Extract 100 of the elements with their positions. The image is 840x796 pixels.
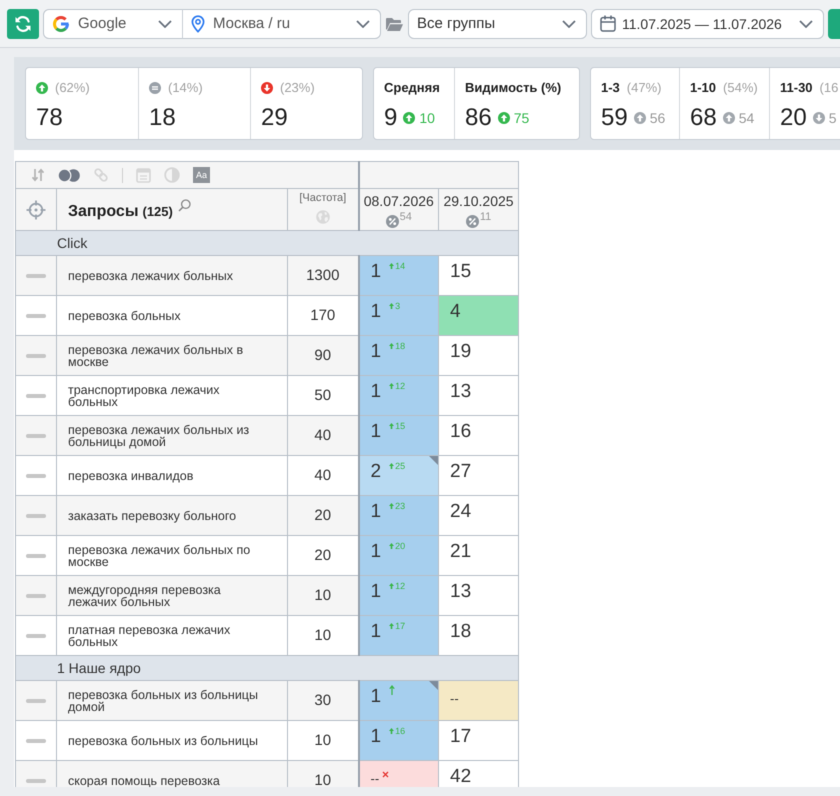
date-column-title: 08.07.2026	[362, 193, 435, 209]
percent-badge-icon	[466, 215, 479, 228]
frequency-cell: 50	[288, 376, 359, 416]
position-change: 15	[395, 421, 406, 431]
query-count: (125)	[142, 204, 173, 218]
position-value: 1	[370, 301, 382, 323]
position-value: 1	[370, 501, 382, 523]
position-value: 16	[450, 421, 472, 443]
up-arrow-circle-icon	[36, 82, 48, 94]
up-arrow-icon	[389, 728, 394, 734]
chevron-down-icon	[562, 20, 576, 28]
query-cell: перевозка лежачих больных в москве	[56, 336, 288, 376]
dash-icon	[26, 594, 46, 598]
position-value: 2	[370, 461, 382, 483]
position-value: 4	[450, 301, 461, 323]
query-cell: перевозка больных из больницы	[56, 720, 288, 760]
frequency-cell: 40	[288, 456, 359, 496]
frequency-cell: 10	[288, 616, 359, 656]
frequency-cell: 10	[288, 760, 359, 787]
share-text: (14%)	[168, 80, 203, 95]
stat-value: 59	[601, 105, 628, 131]
delta-value: 75	[514, 110, 530, 126]
dash-icon	[26, 554, 46, 558]
up-arrow-icon	[389, 503, 394, 509]
position-change: 16	[395, 726, 406, 736]
query-cell: перевозка больных	[56, 296, 288, 336]
stat-value: 20	[780, 105, 807, 131]
dash-icon	[26, 778, 46, 782]
globe-icon	[316, 210, 330, 224]
up-arrow-icon	[389, 303, 394, 309]
position-value: 13	[450, 581, 472, 603]
frequency-cell: 20	[288, 496, 359, 536]
stat-label: Средняя	[384, 80, 440, 95]
frequency-cell: 40	[288, 416, 359, 456]
dash-icon	[26, 394, 46, 398]
position-value: 1	[370, 726, 382, 748]
delta-value: 5	[828, 110, 836, 126]
position-value: 18	[450, 621, 472, 643]
stat-label: 11-30	[780, 80, 813, 95]
up-arrow-icon	[389, 543, 394, 549]
up-arrow-icon	[389, 623, 394, 629]
position-value: --	[450, 690, 459, 708]
up-arrow-icon	[389, 685, 396, 695]
dash-icon	[26, 474, 46, 478]
folder-icon	[386, 16, 403, 30]
position-change: 14	[395, 261, 406, 271]
position-value: 17	[450, 726, 472, 748]
position-value: 13	[450, 381, 472, 403]
position-value: 1	[370, 381, 382, 403]
up-arrow-circle-icon	[403, 112, 416, 124]
dash-icon	[26, 274, 46, 278]
date-range-select[interactable]: 11.07.2025 — 11.07.2026	[591, 8, 824, 38]
stat-value: 86	[465, 105, 492, 131]
search-engine-select[interactable]: Google	[43, 8, 183, 38]
frequency-cell: 30	[288, 680, 359, 720]
delta-value: 10	[419, 110, 435, 126]
refresh-button[interactable]	[7, 8, 39, 38]
search-icon[interactable]	[178, 198, 191, 212]
toggle-icon[interactable]	[58, 168, 80, 182]
column-title: Запросы	[68, 202, 138, 220]
dash-icon	[26, 354, 46, 358]
position-value: 1	[370, 341, 382, 363]
dash-icon	[26, 634, 46, 638]
position-value: 1	[370, 261, 382, 283]
frequency-cell: 20	[288, 536, 359, 576]
share-text: (47%)	[626, 80, 662, 95]
position-value: 1	[370, 421, 382, 443]
sort-arrows-icon[interactable]	[31, 168, 45, 182]
dash-icon	[26, 738, 46, 742]
up-arrow-icon	[389, 383, 394, 389]
query-cell: платная перевозка лежачих больных	[56, 616, 288, 656]
up-arrow-icon	[389, 343, 394, 349]
position-value: 1	[370, 621, 382, 643]
delta-value: 56	[650, 110, 666, 126]
share-text: (54%)	[723, 80, 758, 95]
frequency-cell: 10	[288, 576, 359, 616]
up-arrow-circle-icon	[634, 112, 646, 124]
dash-icon	[26, 434, 46, 438]
query-cell: перевозка инвалидов	[56, 456, 288, 496]
region-select[interactable]: Москва / ru	[182, 8, 381, 38]
position-value: 15	[450, 261, 472, 283]
column-title: [Частота]	[298, 192, 348, 204]
calendar-icon	[600, 15, 616, 32]
group-select[interactable]: Все группы	[408, 8, 587, 38]
frequency-cell: 1300	[288, 256, 359, 296]
visibility-share: 54	[400, 212, 412, 223]
up-arrow-circle-icon	[498, 112, 510, 124]
stat-value: 9	[384, 105, 398, 131]
refresh-icon	[14, 14, 32, 32]
position-value: 21	[450, 541, 472, 563]
position-value: --	[370, 770, 380, 787]
corner-triangle-icon	[429, 456, 438, 465]
query-cell: заказать перевозку больного	[56, 496, 288, 536]
query-cell: перевозка лежачих больных из больницы домой	[56, 416, 288, 456]
down-arrow-circle-icon	[812, 112, 825, 124]
stat-label: Видимость (%)	[465, 80, 562, 95]
position-value: 1	[370, 541, 382, 563]
stat-label: 1-3	[601, 80, 620, 95]
position-change: 20	[395, 541, 406, 551]
position-change: 17	[395, 621, 406, 631]
